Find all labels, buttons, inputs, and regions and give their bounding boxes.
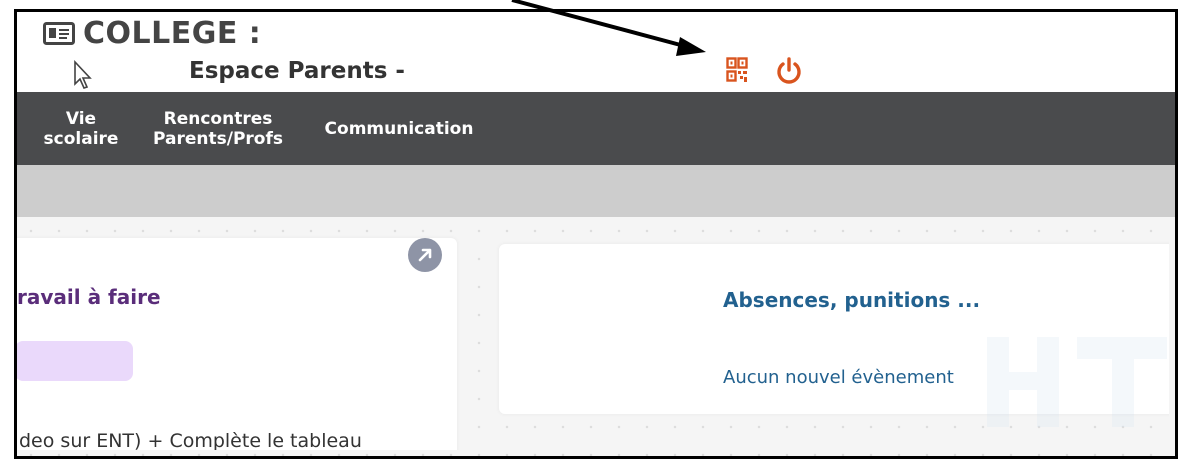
homework-title[interactable]: ravail à faire	[17, 285, 161, 309]
homework-item-text[interactable]: deo sur ENT) + Complète le tableau	[19, 430, 362, 450]
dashboard-content: ravail à faire deo sur ENT) + Complète l…	[17, 12, 1169, 450]
absences-status-text: Aucun nouvel évènement	[723, 367, 954, 388]
homework-date-pill	[17, 341, 133, 381]
absences-title[interactable]: Absences, punitions ...	[723, 288, 980, 312]
expand-button[interactable]	[408, 238, 442, 272]
expand-arrow-icon	[418, 248, 432, 262]
watermark-logo	[987, 337, 1167, 427]
